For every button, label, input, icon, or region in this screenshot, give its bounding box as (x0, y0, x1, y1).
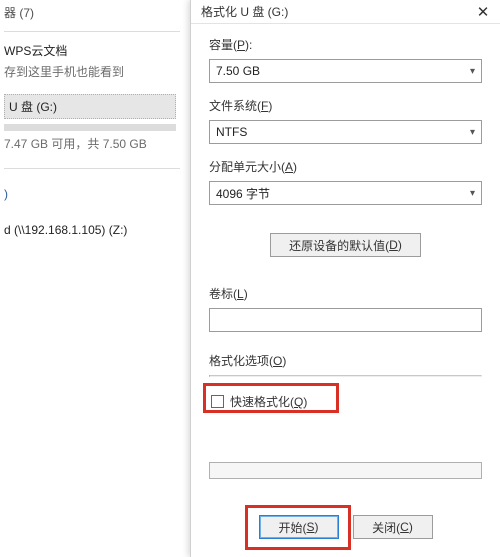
drive-wps[interactable]: WPS云文档 存到这里手机也能看到 (4, 42, 190, 80)
allocation-value: 4096 字节 (216, 185, 270, 202)
filesystem-select[interactable]: NTFS ▾ (209, 120, 482, 144)
options-label: 格式化选项(O) (209, 352, 482, 369)
close-button[interactable]: 关闭(C) (353, 515, 433, 539)
capacity-select[interactable]: 7.50 GB ▾ (209, 59, 482, 83)
drive-freespace: 7.47 GB 可用，共 7.50 GB (4, 135, 190, 152)
drive-name: WPS云文档 (4, 42, 190, 59)
dialog-title: 格式化 U 盘 (G:) (201, 3, 472, 20)
allocation-label: 分配单元大小(A) (209, 158, 482, 175)
drive-network[interactable]: d (\\192.168.1.105) (Z:) (4, 223, 190, 237)
highlight-box (203, 383, 339, 413)
close-icon[interactable]: ✕ (472, 3, 494, 21)
drive-u-selected[interactable]: U 盘 (G:) (4, 94, 176, 119)
divider (4, 168, 180, 169)
divider (4, 31, 180, 32)
volume-label: 卷标(L) (209, 285, 482, 302)
storage-bar (4, 124, 176, 131)
chevron-down-icon: ▾ (470, 127, 475, 138)
capacity-label: 容量(P): (209, 36, 482, 53)
chevron-down-icon: ▾ (470, 66, 475, 77)
progress-bar (209, 462, 482, 479)
explorer-group-header: 器 (7) (4, 4, 190, 27)
drive-name: U 盘 (G:) (9, 98, 171, 115)
capacity-value: 7.50 GB (216, 64, 260, 78)
restore-defaults-button[interactable]: 还原设备的默认值(D) (270, 233, 421, 257)
chevron-down-icon: ▾ (470, 188, 475, 199)
divider (209, 375, 482, 377)
volume-input[interactable] (209, 308, 482, 332)
allocation-select[interactable]: 4096 字节 ▾ (209, 181, 482, 205)
filesystem-value: NTFS (216, 125, 247, 139)
format-dialog: 格式化 U 盘 (G:) ✕ 容量(P): 7.50 GB ▾ 文件系统(F) … (190, 0, 500, 557)
titlebar: 格式化 U 盘 (G:) ✕ (191, 0, 500, 24)
group-paren: ) (4, 187, 190, 201)
highlight-box (245, 505, 351, 550)
filesystem-label: 文件系统(F) (209, 97, 482, 114)
drive-subtitle: 存到这里手机也能看到 (4, 63, 190, 80)
